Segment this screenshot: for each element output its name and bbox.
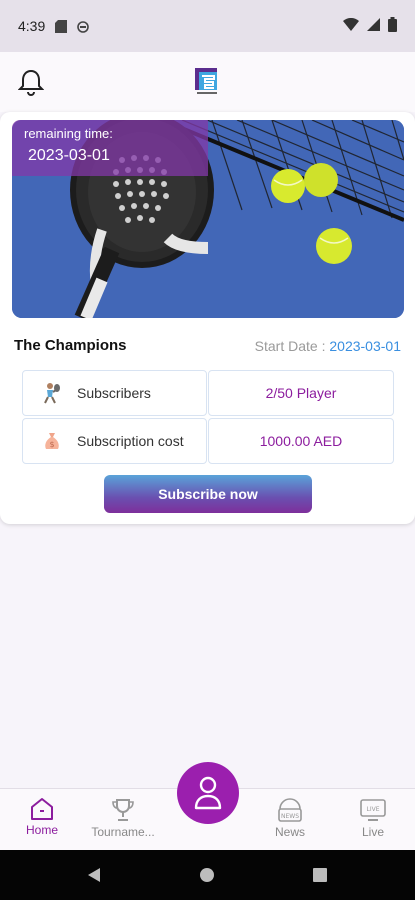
recents-icon[interactable]	[312, 867, 328, 883]
subscription-cost-row: $ Subscription cost 1000.00 AED	[22, 418, 394, 464]
system-navigation-bar	[0, 850, 415, 900]
start-date: Start Date : 2023-03-01	[255, 338, 401, 354]
svg-text:$: $	[49, 440, 54, 449]
status-bar: 4:39	[0, 0, 415, 52]
nav-label-live: Live	[361, 825, 384, 839]
nav-label-tournaments: Tourname...	[91, 825, 155, 839]
profile-fab-button[interactable]	[177, 762, 239, 824]
remaining-time-label: remaining time:	[24, 126, 113, 141]
app-logo	[193, 66, 221, 96]
notification-bell-icon[interactable]	[17, 68, 45, 96]
home-circle-icon[interactable]	[199, 867, 215, 883]
back-icon[interactable]	[86, 867, 102, 883]
sync-icon	[77, 20, 90, 33]
nav-item-news[interactable]: NEWS News	[255, 797, 325, 839]
subscribers-row: Subscribers 2/50 Player	[22, 370, 394, 416]
subscribers-label: Subscribers	[77, 385, 151, 401]
app-header	[0, 52, 415, 112]
trophy-icon	[112, 799, 134, 821]
profile-icon	[194, 776, 222, 810]
money-bag-icon: $	[41, 430, 63, 452]
subscribers-value: 2/50 Player	[208, 370, 394, 416]
home-icon	[31, 798, 53, 820]
player-icon	[41, 382, 63, 404]
subscription-cost-label-cell: $ Subscription cost	[22, 418, 207, 464]
status-time: 4:39	[18, 18, 46, 34]
svg-text:LIVE: LIVE	[366, 806, 379, 813]
subscription-cost-value: 1000.00 AED	[208, 418, 394, 464]
start-date-label: Start Date :	[254, 338, 326, 354]
battery-icon	[388, 17, 397, 35]
svg-text:NEWS: NEWS	[281, 813, 299, 820]
nav-label-news: News	[274, 825, 305, 839]
subscription-cost-label: Subscription cost	[77, 433, 184, 449]
start-date-value: 2023-03-01	[329, 338, 401, 354]
nav-item-home[interactable]: Home	[7, 797, 77, 837]
sd-card-icon	[55, 20, 68, 33]
remaining-time-badge: remaining time: 2023-03-01	[12, 120, 208, 176]
nav-item-live[interactable]: LIVE Live	[338, 797, 408, 839]
tournament-card[interactable]: remaining time: 2023-03-01 The Champions…	[0, 112, 415, 524]
remaining-time-date: 2023-03-01	[28, 147, 110, 164]
tournament-title: The Champions	[14, 337, 127, 354]
nav-item-tournaments[interactable]: Tourname...	[88, 797, 158, 839]
wifi-icon	[343, 17, 359, 34]
subscribers-label-cell: Subscribers	[22, 370, 207, 416]
signal-icon	[367, 18, 380, 34]
news-icon: NEWS	[278, 798, 302, 822]
subscribe-now-button[interactable]: Subscribe now	[104, 475, 312, 513]
nav-label-home: Home	[25, 823, 58, 837]
live-tv-icon: LIVE	[360, 799, 386, 821]
